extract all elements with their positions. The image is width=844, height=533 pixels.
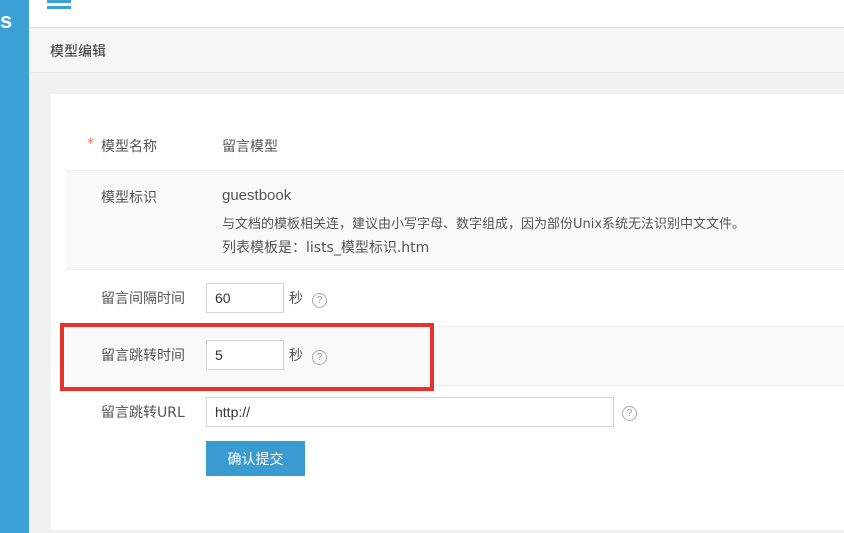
model-id-hint: 与文档的模板相关连，建议由小写字母、数字组成，因为部份Unix系统无法识别中文文… xyxy=(222,217,746,232)
jump-url-label: 留言跳转URL xyxy=(101,405,185,421)
interval-input[interactable]: 60 xyxy=(206,283,284,313)
submit-button[interactable]: 确认提交 xyxy=(206,441,305,476)
help-icon[interactable]: ? xyxy=(312,350,327,365)
form-row-model-name: * 模型名称 留言模型 xyxy=(66,122,844,170)
top-bar xyxy=(29,0,844,28)
help-icon[interactable]: ? xyxy=(622,406,637,421)
logo-fragment: s xyxy=(0,8,13,33)
jump-time-input[interactable]: 5 xyxy=(206,340,284,370)
interval-label: 留言间隔时间 xyxy=(101,291,185,307)
form-row-model-id: 模型标识 guestbook 与文档的模板相关连，建议由小写字母、数字组成，因为… xyxy=(66,170,844,270)
form-row-jump-time: 留言跳转时间 5 秒 ? xyxy=(66,326,844,386)
jump-time-unit: 秒 xyxy=(289,348,303,364)
required-mark: * xyxy=(87,136,94,152)
model-id-value: guestbook xyxy=(222,187,292,204)
interval-unit: 秒 xyxy=(289,291,303,307)
jump-url-input[interactable]: http:// xyxy=(206,397,614,427)
model-name-label: 模型名称 xyxy=(101,139,157,155)
form-row-interval: 留言间隔时间 60 秒 ? xyxy=(66,270,844,326)
page-title: 模型编辑 xyxy=(50,44,106,60)
jump-time-label: 留言跳转时间 xyxy=(101,348,185,364)
form-row-jump-url: 留言跳转URL http:// ? xyxy=(66,386,844,496)
breadcrumb: 模型编辑 xyxy=(29,29,844,73)
help-icon[interactable]: ? xyxy=(312,293,327,308)
sidebar: s xyxy=(0,0,29,533)
form-panel: * 模型名称 留言模型 模型标识 guestbook 与文档的模板相关连，建议由… xyxy=(51,94,844,530)
hamburger-menu-icon[interactable] xyxy=(47,0,71,13)
model-name-value: 留言模型 xyxy=(222,139,278,155)
list-template-hint: 列表模板是：lists_模型标识.htm xyxy=(222,240,430,256)
model-id-label: 模型标识 xyxy=(101,190,157,206)
